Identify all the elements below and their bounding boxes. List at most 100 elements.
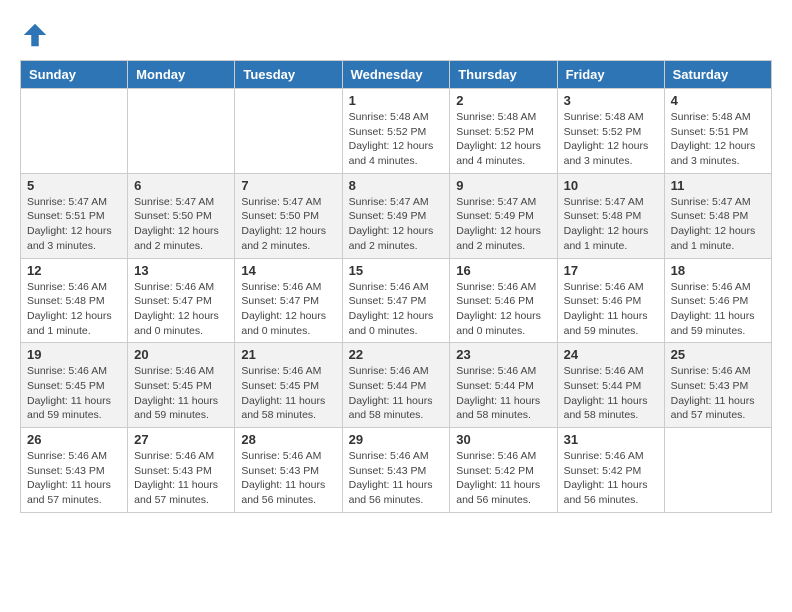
day-header-monday: Monday xyxy=(128,61,235,89)
calendar-cell: 29 Sunrise: 5:46 AM Sunset: 5:43 PM Dayli… xyxy=(342,428,450,513)
day-number: 6 xyxy=(134,178,228,193)
day-info: Sunrise: 5:46 AM Sunset: 5:48 PM Dayligh… xyxy=(27,280,121,339)
day-number: 8 xyxy=(349,178,444,193)
day-info: Sunrise: 5:48 AM Sunset: 5:52 PM Dayligh… xyxy=(349,110,444,169)
calendar-cell: 7 Sunrise: 5:47 AM Sunset: 5:50 PM Daylig… xyxy=(235,173,342,258)
calendar-cell xyxy=(235,89,342,174)
day-number: 7 xyxy=(241,178,335,193)
day-number: 9 xyxy=(456,178,550,193)
day-info: Sunrise: 5:46 AM Sunset: 5:44 PM Dayligh… xyxy=(456,364,550,423)
day-info: Sunrise: 5:48 AM Sunset: 5:52 PM Dayligh… xyxy=(564,110,658,169)
calendar-cell: 3 Sunrise: 5:48 AM Sunset: 5:52 PM Daylig… xyxy=(557,89,664,174)
day-number: 1 xyxy=(349,93,444,108)
day-number: 3 xyxy=(564,93,658,108)
day-number: 15 xyxy=(349,263,444,278)
day-info: Sunrise: 5:46 AM Sunset: 5:46 PM Dayligh… xyxy=(671,280,765,339)
day-info: Sunrise: 5:48 AM Sunset: 5:52 PM Dayligh… xyxy=(456,110,550,169)
day-number: 13 xyxy=(134,263,228,278)
day-info: Sunrise: 5:46 AM Sunset: 5:45 PM Dayligh… xyxy=(27,364,121,423)
day-header-wednesday: Wednesday xyxy=(342,61,450,89)
day-number: 26 xyxy=(27,432,121,447)
day-info: Sunrise: 5:47 AM Sunset: 5:50 PM Dayligh… xyxy=(134,195,228,254)
day-number: 22 xyxy=(349,347,444,362)
logo xyxy=(20,20,54,50)
calendar-cell: 4 Sunrise: 5:48 AM Sunset: 5:51 PM Daylig… xyxy=(664,89,771,174)
day-number: 30 xyxy=(456,432,550,447)
day-info: Sunrise: 5:46 AM Sunset: 5:44 PM Dayligh… xyxy=(564,364,658,423)
calendar-cell: 5Sunrise: 5:47 AM Sunset: 5:51 PM Daylig… xyxy=(21,173,128,258)
day-number: 16 xyxy=(456,263,550,278)
day-header-tuesday: Tuesday xyxy=(235,61,342,89)
calendar-cell: 15 Sunrise: 5:46 AM Sunset: 5:47 PM Dayli… xyxy=(342,258,450,343)
day-number: 28 xyxy=(241,432,335,447)
day-number: 18 xyxy=(671,263,765,278)
calendar-cell: 19 Sunrise: 5:46 AM Sunset: 5:45 PM Dayli… xyxy=(21,343,128,428)
day-number: 29 xyxy=(349,432,444,447)
calendar-cell: 28 Sunrise: 5:46 AM Sunset: 5:43 PM Dayli… xyxy=(235,428,342,513)
logo-icon xyxy=(20,20,50,50)
calendar-cell: 26 Sunrise: 5:46 AM Sunset: 5:43 PM Dayli… xyxy=(21,428,128,513)
day-header-saturday: Saturday xyxy=(664,61,771,89)
calendar-cell: 24 Sunrise: 5:46 AM Sunset: 5:44 PM Dayli… xyxy=(557,343,664,428)
calendar-cell: 25 Sunrise: 5:46 AM Sunset: 5:43 PM Dayli… xyxy=(664,343,771,428)
day-number: 19 xyxy=(27,347,121,362)
calendar-cell: 13 Sunrise: 5:46 AM Sunset: 5:47 PM Dayli… xyxy=(128,258,235,343)
calendar-cell xyxy=(128,89,235,174)
day-number: 17 xyxy=(564,263,658,278)
day-number: 25 xyxy=(671,347,765,362)
calendar-cell: 2 Sunrise: 5:48 AM Sunset: 5:52 PM Daylig… xyxy=(450,89,557,174)
calendar-cell: 30 Sunrise: 5:46 AM Sunset: 5:42 PM Dayli… xyxy=(450,428,557,513)
day-info: Sunrise: 5:47 AM Sunset: 5:48 PM Dayligh… xyxy=(564,195,658,254)
day-info: Sunrise: 5:46 AM Sunset: 5:43 PM Dayligh… xyxy=(27,449,121,508)
calendar-week-row: 26 Sunrise: 5:46 AM Sunset: 5:43 PM Dayli… xyxy=(21,428,772,513)
day-info: Sunrise: 5:46 AM Sunset: 5:43 PM Dayligh… xyxy=(671,364,765,423)
day-info: Sunrise: 5:47 AM Sunset: 5:50 PM Dayligh… xyxy=(241,195,335,254)
calendar-cell: 12 Sunrise: 5:46 AM Sunset: 5:48 PM Dayli… xyxy=(21,258,128,343)
day-number: 24 xyxy=(564,347,658,362)
calendar-cell: 21 Sunrise: 5:46 AM Sunset: 5:45 PM Dayli… xyxy=(235,343,342,428)
calendar-week-row: 12 Sunrise: 5:46 AM Sunset: 5:48 PM Dayli… xyxy=(21,258,772,343)
day-info: Sunrise: 5:46 AM Sunset: 5:45 PM Dayligh… xyxy=(134,364,228,423)
day-info: Sunrise: 5:46 AM Sunset: 5:43 PM Dayligh… xyxy=(349,449,444,508)
calendar-week-row: 5Sunrise: 5:47 AM Sunset: 5:51 PM Daylig… xyxy=(21,173,772,258)
day-header-sunday: Sunday xyxy=(21,61,128,89)
day-number: 20 xyxy=(134,347,228,362)
day-info: Sunrise: 5:47 AM Sunset: 5:49 PM Dayligh… xyxy=(349,195,444,254)
day-number: 14 xyxy=(241,263,335,278)
day-info: Sunrise: 5:47 AM Sunset: 5:49 PM Dayligh… xyxy=(456,195,550,254)
day-info: Sunrise: 5:48 AM Sunset: 5:51 PM Dayligh… xyxy=(671,110,765,169)
day-number: 11 xyxy=(671,178,765,193)
calendar-cell: 6 Sunrise: 5:47 AM Sunset: 5:50 PM Daylig… xyxy=(128,173,235,258)
day-info: Sunrise: 5:47 AM Sunset: 5:51 PM Dayligh… xyxy=(27,195,121,254)
day-number: 27 xyxy=(134,432,228,447)
calendar-cell xyxy=(664,428,771,513)
day-info: Sunrise: 5:46 AM Sunset: 5:46 PM Dayligh… xyxy=(564,280,658,339)
calendar: SundayMondayTuesdayWednesdayThursdayFrid… xyxy=(20,60,772,513)
day-info: Sunrise: 5:46 AM Sunset: 5:47 PM Dayligh… xyxy=(134,280,228,339)
calendar-week-row: 19 Sunrise: 5:46 AM Sunset: 5:45 PM Dayli… xyxy=(21,343,772,428)
day-info: Sunrise: 5:46 AM Sunset: 5:42 PM Dayligh… xyxy=(456,449,550,508)
day-info: Sunrise: 5:46 AM Sunset: 5:42 PM Dayligh… xyxy=(564,449,658,508)
day-number: 31 xyxy=(564,432,658,447)
day-number: 2 xyxy=(456,93,550,108)
day-info: Sunrise: 5:46 AM Sunset: 5:44 PM Dayligh… xyxy=(349,364,444,423)
day-info: Sunrise: 5:46 AM Sunset: 5:43 PM Dayligh… xyxy=(241,449,335,508)
calendar-cell: 18 Sunrise: 5:46 AM Sunset: 5:46 PM Dayli… xyxy=(664,258,771,343)
day-header-thursday: Thursday xyxy=(450,61,557,89)
day-info: Sunrise: 5:46 AM Sunset: 5:45 PM Dayligh… xyxy=(241,364,335,423)
calendar-cell: 27Sunrise: 5:46 AM Sunset: 5:43 PM Dayli… xyxy=(128,428,235,513)
day-info: Sunrise: 5:46 AM Sunset: 5:47 PM Dayligh… xyxy=(241,280,335,339)
day-number: 10 xyxy=(564,178,658,193)
day-number: 21 xyxy=(241,347,335,362)
day-number: 23 xyxy=(456,347,550,362)
calendar-cell xyxy=(21,89,128,174)
calendar-cell: 8 Sunrise: 5:47 AM Sunset: 5:49 PM Daylig… xyxy=(342,173,450,258)
day-info: Sunrise: 5:47 AM Sunset: 5:48 PM Dayligh… xyxy=(671,195,765,254)
calendar-header-row: SundayMondayTuesdayWednesdayThursdayFrid… xyxy=(21,61,772,89)
day-info: Sunrise: 5:46 AM Sunset: 5:47 PM Dayligh… xyxy=(349,280,444,339)
day-number: 12 xyxy=(27,263,121,278)
day-number: 4 xyxy=(671,93,765,108)
calendar-cell: 1 Sunrise: 5:48 AM Sunset: 5:52 PM Daylig… xyxy=(342,89,450,174)
day-info: Sunrise: 5:46 AM Sunset: 5:46 PM Dayligh… xyxy=(456,280,550,339)
calendar-cell: 16 Sunrise: 5:46 AM Sunset: 5:46 PM Dayli… xyxy=(450,258,557,343)
